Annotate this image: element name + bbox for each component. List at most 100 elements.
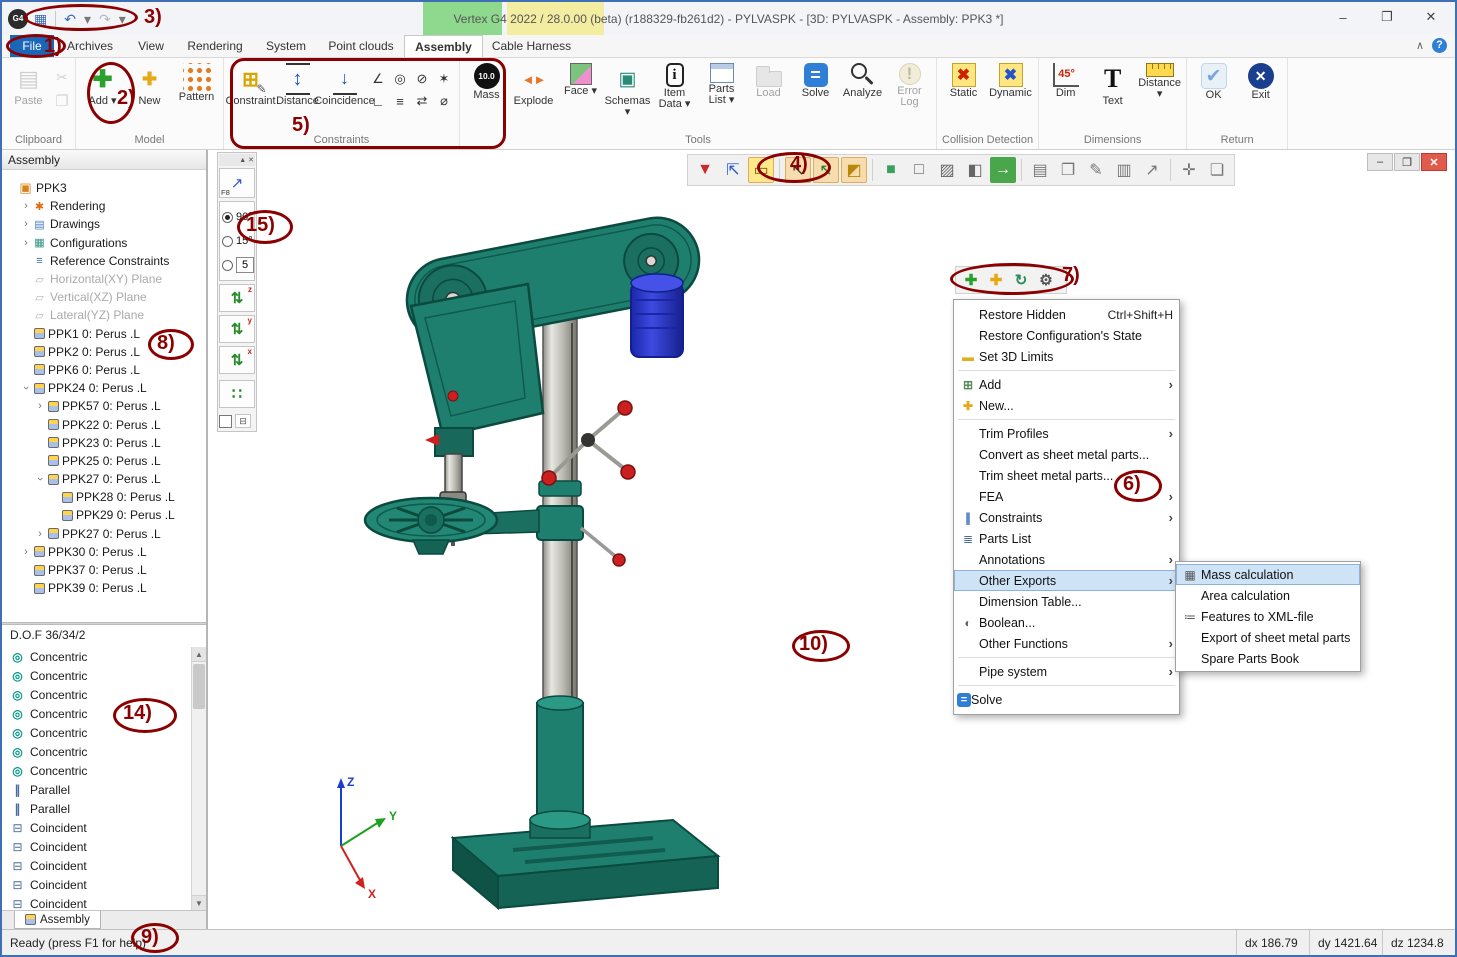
dof-scrollbar[interactable]: ▲ ▼ <box>191 647 206 910</box>
expander-icon[interactable]: › <box>20 237 32 249</box>
menu-item-add[interactable]: Add› <box>954 374 1179 395</box>
notes-icon[interactable]: ▤ <box>1027 157 1053 183</box>
expander-icon[interactable]: › <box>20 200 32 212</box>
menu-item-annotations[interactable]: Annotations› <box>954 549 1179 570</box>
star-icon[interactable] <box>434 69 454 89</box>
menu-item-fea[interactable]: FEA› <box>954 486 1179 507</box>
ribbon-static-button[interactable]: Static <box>940 59 987 129</box>
dof-item-concentric[interactable]: Concentric <box>2 647 190 666</box>
snap-options-icon[interactable]: ⊟ <box>235 414 251 428</box>
undo-icon[interactable]: ↶ <box>62 9 78 29</box>
dof-item-concentric[interactable]: Concentric <box>2 742 190 761</box>
ribbon-exit-button[interactable]: Exit <box>1237 59 1284 129</box>
menu-item-area-calculation[interactable]: Area calculation <box>1176 585 1360 606</box>
dof-item-coincident[interactable]: Coincident <box>2 818 190 837</box>
copy-view-icon[interactable]: ❐ <box>1055 157 1081 183</box>
ribbon-pattern-button[interactable]: Pattern <box>173 59 220 129</box>
dof-item-coincident[interactable]: Coincident <box>2 856 190 875</box>
ribbon-coincidence-button[interactable]: Coincidence <box>321 59 368 129</box>
add-component-icon[interactable]: ✚ <box>960 269 982 291</box>
tree-item-lateral-yz-plane[interactable]: Lateral(YZ) Plane <box>2 306 206 324</box>
export-model-icon[interactable]: → <box>990 157 1016 183</box>
save-icon[interactable]: ▦ <box>32 9 49 29</box>
copy-icon[interactable] <box>52 91 72 111</box>
menu-item-boolean[interactable]: Boolean... <box>954 612 1179 633</box>
menu-item-restore-hidden[interactable]: Restore HiddenCtrl+Shift+H <box>954 304 1179 325</box>
tree-item-ppk23-0-perus-l[interactable]: PPK23 0: Perus .L <box>2 434 206 452</box>
expander-icon[interactable]: › <box>34 473 46 485</box>
menu-item-solve[interactable]: Solve <box>954 689 1179 710</box>
sheet-edit-icon[interactable]: ✎ <box>1083 157 1109 183</box>
ribbon-text-button[interactable]: Text <box>1089 59 1136 129</box>
ribbon-paste-button[interactable]: Paste <box>5 59 52 129</box>
ribbon-error-log-button[interactable]: Error Log <box>886 59 933 129</box>
tab-view[interactable]: View <box>126 35 176 57</box>
print-icon[interactable]: ▥ <box>1111 157 1137 183</box>
select-icon[interactable]: ↖ <box>785 157 811 183</box>
pattern-move-button[interactable]: ∷ <box>219 380 255 408</box>
snap-90-option[interactable]: 90° <box>222 205 252 229</box>
scroll-down-icon[interactable]: ▼ <box>192 895 206 910</box>
snap-15-option[interactable]: 15° <box>222 229 252 253</box>
ruler-icon[interactable]: ▭ <box>748 157 774 183</box>
radio-custom-icon[interactable] <box>222 260 233 271</box>
menu-item-dimension-table[interactable]: Dimension Table... <box>954 591 1179 612</box>
tree-item-configurations[interactable]: ›Configurations <box>2 234 206 252</box>
radio-90-icon[interactable] <box>222 212 233 223</box>
scroll-up-icon[interactable]: ▲ <box>192 647 206 662</box>
tree-item-ppk1-0-perus-l[interactable]: PPK1 0: Perus .L <box>2 325 206 343</box>
menu-item-pipe-system[interactable]: Pipe system› <box>954 661 1179 682</box>
redo-icon[interactable]: ↷ <box>97 9 113 29</box>
ribbon-load-button[interactable]: Load <box>745 59 792 129</box>
dof-item-concentric[interactable]: Concentric <box>2 685 190 704</box>
equal-icon[interactable] <box>390 91 410 111</box>
ribbon-ok-button[interactable]: OK <box>1190 59 1237 129</box>
ribbon-new-button[interactable]: New <box>126 59 173 129</box>
undo-dropdown-icon[interactable]: ▾ <box>82 9 93 29</box>
menu-item-features-to-xml-file[interactable]: Features to XML-file <box>1176 606 1360 627</box>
tab-file[interactable]: File <box>10 35 54 57</box>
tree-item-ppk28-0-perus-l[interactable]: PPK28 0: Perus .L <box>2 488 206 506</box>
tree-item-ppk6-0-perus-l[interactable]: PPK6 0: Perus .L <box>2 361 206 379</box>
ribbon-analyze-button[interactable]: Analyze <box>839 59 886 129</box>
tree-item-drawings[interactable]: ›Drawings <box>2 215 206 233</box>
viewport-restore-button[interactable]: ❐ <box>1394 153 1420 171</box>
snap-panel-close-icon[interactable]: ✕ <box>248 156 254 164</box>
close-button[interactable]: ✕ <box>1409 2 1453 32</box>
menu-item-export-of-sheet-metal-parts[interactable]: Export of sheet metal parts <box>1176 627 1360 648</box>
tree-item-ppk2-0-perus-l[interactable]: PPK2 0: Perus .L <box>2 343 206 361</box>
scrollbar-thumb[interactable] <box>193 664 205 709</box>
tab-system[interactable]: System <box>254 35 318 57</box>
expander-icon[interactable]: › <box>20 546 32 558</box>
tab-assembly[interactable]: Assembly <box>404 35 483 57</box>
select-add-icon[interactable]: ↖ <box>813 157 839 183</box>
menu-item-constraints[interactable]: Constraints› <box>954 507 1179 528</box>
new-component-icon[interactable]: ✚ <box>985 269 1007 291</box>
dia-icon[interactable] <box>434 91 454 111</box>
ribbon-constraint-button[interactable]: Constraint <box>227 59 274 129</box>
tangent-icon[interactable] <box>390 69 410 89</box>
ribbon-add-button[interactable]: Add ▾ <box>79 59 126 129</box>
tree-item-horizontal-xy-plane[interactable]: Horizontal(XY) Plane <box>2 270 206 288</box>
views-window-icon[interactable]: ❏ <box>1204 157 1230 183</box>
angle-icon[interactable] <box>368 69 388 89</box>
dof-item-concentric[interactable]: Concentric <box>2 704 190 723</box>
ribbon-dim-button[interactable]: Dim <box>1042 59 1089 129</box>
dof-item-coincident[interactable]: Coincident <box>2 875 190 894</box>
menu-item-convert-as-sheet-metal-parts[interactable]: Convert as sheet metal parts... <box>954 444 1179 465</box>
pin-icon[interactable]: ▼ <box>692 157 718 183</box>
dof-item-parallel[interactable]: Parallel <box>2 799 190 818</box>
snap-custom-option[interactable] <box>222 253 252 277</box>
menu-item-other-exports[interactable]: Other Exports› <box>954 570 1179 591</box>
tree-item-ppk39-0-perus-l[interactable]: PPK39 0: Perus .L <box>2 579 206 597</box>
menu-item-restore-configuration-s-state[interactable]: Restore Configuration's State <box>954 325 1179 346</box>
menu-item-parts-list[interactable]: Parts List <box>954 528 1179 549</box>
snap-checkbox[interactable] <box>219 415 232 428</box>
tree-item-ppk3[interactable]: PPK3 <box>2 179 206 197</box>
expander-icon[interactable]: › <box>20 218 32 230</box>
wireframe-view-icon[interactable]: □ <box>906 157 932 183</box>
menu-item-set-3d-limits[interactable]: Set 3D Limits <box>954 346 1179 367</box>
ribbon-dynamic-button[interactable]: Dynamic <box>987 59 1034 129</box>
tree-item-ppk57-0-perus-l[interactable]: ›PPK57 0: Perus .L <box>2 397 206 415</box>
ribbon-schemas-button[interactable]: Schemas ▾ <box>604 59 651 129</box>
